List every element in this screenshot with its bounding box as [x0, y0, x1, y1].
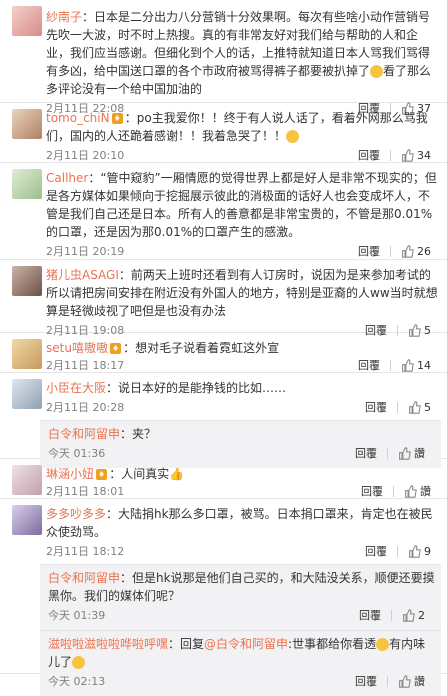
avatar[interactable]: [12, 465, 42, 495]
comment-item: 琳涵小妞 ♦ ：人间真实👍 2月11日 18:01 回覆 讚: [0, 459, 447, 499]
like-button[interactable]: 14: [391, 359, 441, 372]
reply-item: 滋啦啦滋啦啦哗啦呼嘿：回复@白令和阿留申:世事都给你看透 有内味儿了 今天 02:…: [40, 630, 441, 696]
like-button[interactable]: 讚: [394, 483, 441, 499]
comment-text: 琳涵小妞 ♦ ：人间真实👍: [46, 465, 441, 483]
reply-body: ：夹？: [120, 427, 157, 441]
avatar[interactable]: [12, 109, 42, 139]
replier-name[interactable]: 白令和阿留申: [48, 571, 120, 585]
reply-button[interactable]: 回覆: [348, 357, 390, 373]
like-count: 9: [424, 544, 431, 558]
thumbs-up-icon: [402, 244, 414, 258]
like-count: 26: [417, 244, 431, 258]
reply-button[interactable]: 回覆: [355, 399, 397, 415]
comment-body: ：“管中窥豹”一厢情愿的觉得世界上都是好人是非常不现实的；但是各方媒体如果倾向于…: [46, 171, 437, 239]
member-badge: ♦: [96, 469, 108, 480]
like-button[interactable]: 2: [392, 609, 435, 622]
like-label: 讚: [420, 485, 431, 498]
avatar[interactable]: [12, 6, 42, 36]
like-button[interactable]: 5: [398, 401, 441, 414]
comment-item: Callher：“管中窥豹”一厢情愿的觉得世界上都是好人是非常不现实的；但是各方…: [0, 163, 447, 260]
thumbs-up-icon: [409, 400, 421, 414]
comment-time: 2月11日 20:19: [46, 245, 125, 258]
comment-item: tomo_chiN ♦ ：po主我爱你！！终于有人说人话了，看着外网那么骂我们，国内…: [0, 103, 447, 163]
comment-time: 2月11日 18:17: [46, 359, 125, 372]
thumbs-up-icon: [399, 674, 411, 688]
avatar[interactable]: [12, 339, 42, 369]
comment-body: ：人间真实: [109, 467, 170, 481]
comment-text: 小臣在大阪：说日本好的是能挣钱的比如……: [46, 379, 441, 397]
comment-text: 猪儿虫ASAGI：前两天上班时还看到有人订房时，说因为是来参加考试的所以请把房间…: [46, 266, 441, 320]
reply-button[interactable]: 回覆: [351, 483, 393, 499]
comment-time: 2月11日 20:10: [46, 149, 125, 162]
reply-button[interactable]: 回覆: [348, 243, 390, 259]
comment-item: setu嘻嗷嗷 ♦ ：想对毛子说看着霓虹这外宣 2月11日 18:17 回覆 14: [0, 333, 447, 373]
commenter-name[interactable]: 紗南子: [46, 10, 82, 24]
thumbs-up-icon: [402, 148, 414, 162]
thumbs-up-icon: [399, 446, 411, 460]
like-count: 5: [424, 400, 431, 414]
comment-item: 紗南子：日本是二分出力八分营销十分效果啊。每次有些啥小动作营销号先吹一大波，时不…: [0, 0, 447, 115]
reply-button[interactable]: 回覆: [349, 607, 391, 623]
reply-item: 白令和阿留申：但是hk说那是他们自己买的，和大陆没关系，顺便还要摸黑你。我们的媒…: [40, 564, 441, 630]
commenter-name[interactable]: 琳涵小妞: [46, 467, 94, 481]
replier-name[interactable]: 白令和阿留申: [48, 427, 120, 441]
commenter-name[interactable]: tomo_chiN: [46, 111, 110, 125]
reply-button[interactable]: 回覆: [345, 673, 387, 689]
reply-prefix: ：回复: [168, 637, 205, 651]
member-badge: ♦: [111, 113, 123, 124]
like-button[interactable]: 34: [391, 149, 441, 162]
thumbs-up-icon: [409, 544, 421, 558]
laugh-emoji-icon: [72, 656, 86, 669]
mention-link[interactable]: @白令和阿留申: [204, 637, 288, 651]
comment-time: 2月11日 18:01: [46, 485, 125, 498]
avatar[interactable]: [12, 379, 42, 409]
like-count: 34: [417, 148, 431, 162]
comment-text: tomo_chiN ♦ ：po主我爱你！！终于有人说人话了，看着外网那么骂我们，国内…: [46, 109, 441, 145]
reply-body: :世事都给你看透: [288, 637, 377, 651]
avatar[interactable]: [12, 505, 42, 535]
avatar[interactable]: [12, 169, 42, 199]
comment-list: 紗南子：日本是二分出力八分营销十分效果啊。每次有些啥小动作营销号先吹一大波，时不…: [0, 0, 447, 696]
replier-name[interactable]: 滋啦啦滋啦啦哗啦呼嘿: [48, 637, 168, 651]
comment-time: 2月11日 20:28: [46, 401, 125, 414]
avatar[interactable]: [12, 266, 42, 296]
commenter-name[interactable]: 小臣在大阪: [46, 381, 106, 395]
thumbs-up-icon: [403, 608, 415, 622]
like-button[interactable]: 26: [391, 245, 441, 258]
thumbs-up-emoji-icon: 👍: [169, 467, 185, 481]
comment-time: 2月11日 18:12: [46, 545, 125, 558]
reply-button[interactable]: 回覆: [355, 543, 397, 559]
comment-text: Callher：“管中窥豹”一厢情愿的觉得世界上都是好人是非常不现实的；但是各方…: [46, 169, 441, 241]
comment-item: 小臣在大阪：说日本好的是能挣钱的比如…… 2月11日 20:28 回覆 5 白令…: [0, 373, 447, 468]
commenter-name[interactable]: setu嘻嗷嗷: [46, 341, 108, 355]
grin-emoji-icon: [370, 65, 384, 78]
crying-emoji-icon: [286, 130, 300, 143]
commenter-name[interactable]: 猪儿虫ASAGI: [46, 268, 119, 282]
smirk-emoji-icon: [376, 638, 390, 651]
like-button[interactable]: 讚: [388, 673, 435, 689]
comment-text: 多多吵多多：大陆捐hk那么多口罩，被骂。日本捐口罩来，肯定也在被民众使劲骂。: [46, 505, 441, 541]
comment-item: 多多吵多多：大陆捐hk那么多口罩，被骂。日本捐口罩来，肯定也在被民众使劲骂。 2…: [0, 499, 447, 696]
like-button[interactable]: 9: [398, 545, 441, 558]
comment-text: setu嘻嗷嗷 ♦ ：想对毛子说看着霓虹这外宣: [46, 339, 441, 357]
comment-text: 紗南子：日本是二分出力八分营销十分效果啊。每次有些啥小动作营销号先吹一大波，时不…: [46, 8, 441, 98]
like-count: 2: [418, 608, 425, 622]
like-count: 14: [417, 358, 431, 372]
reply-time: 今天 02:13: [48, 675, 106, 688]
member-badge: ♦: [109, 343, 122, 354]
commenter-name[interactable]: 多多吵多多: [46, 507, 106, 521]
thumbs-up-icon: [402, 358, 414, 372]
thumbs-up-icon: [405, 484, 417, 498]
comment-body: ：说日本好的是能挣钱的比如……: [106, 381, 287, 395]
comment-item: 猪儿虫ASAGI：前两天上班时还看到有人订房时，说因为是来参加考试的所以请把房间…: [0, 260, 447, 337]
commenter-name[interactable]: Callher: [46, 171, 88, 185]
reply-button[interactable]: 回覆: [348, 147, 390, 163]
reply-time: 今天 01:39: [48, 609, 106, 622]
comment-body: ：想对毛子说看着霓虹这外宣: [123, 341, 280, 355]
like-label: 讚: [414, 675, 425, 688]
